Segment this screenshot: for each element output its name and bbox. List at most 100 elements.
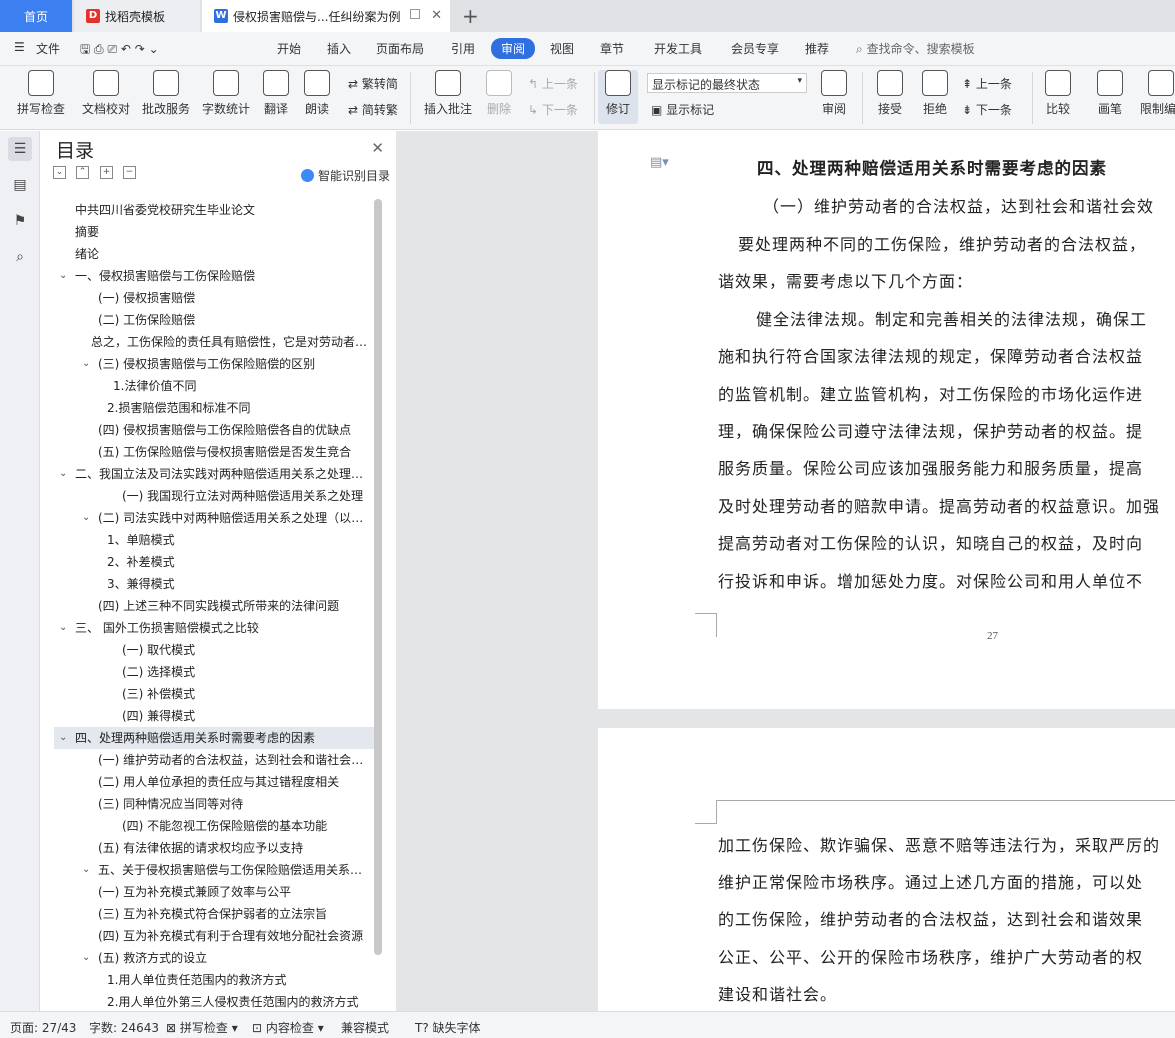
quick-toolbar-icons[interactable]: 🖫 ⎙ ⎚ ↶ ↷ ⌄ [80, 40, 159, 61]
toc-item[interactable]: (二) 工伤保险赔偿 [54, 309, 374, 331]
chevron-down-icon[interactable]: ⌄ [82, 507, 90, 529]
toc-item[interactable]: (三) 补偿模式 [54, 683, 374, 705]
menu-recommend[interactable]: 推荐 [805, 40, 829, 57]
chapter-nav-icon[interactable]: ▤ [8, 173, 32, 197]
toc-item[interactable]: 中共四川省委党校研究生毕业论文 [54, 199, 374, 221]
restrict-edit-button[interactable]: 限制编 [1140, 70, 1175, 117]
minus-icon[interactable]: − [123, 166, 136, 179]
add-tab-icon[interactable]: + [462, 4, 479, 28]
show-markup-button[interactable]: ▣ 显示标记 [651, 101, 714, 118]
toc-item[interactable]: (一) 取代模式 [54, 639, 374, 661]
translate-button[interactable]: 翻译 [256, 70, 296, 117]
toc-item[interactable]: 2、补差模式 [54, 551, 374, 573]
menu-file[interactable]: 文件 [36, 40, 60, 57]
chevron-down-icon[interactable]: ⌄ [59, 463, 67, 485]
prev-change-button[interactable]: ⇞ 上一条 [962, 75, 1012, 92]
next-change-button[interactable]: ⇟ 下一条 [962, 101, 1012, 118]
menu-section[interactable]: 章节 [600, 40, 624, 57]
toc-item[interactable]: ⌄ (三) 侵权损害赔偿与工伤保险赔偿的区别 [54, 353, 374, 375]
menu-reference[interactable]: 引用 [451, 40, 475, 57]
toc-item[interactable]: 2.损害赔偿范围和标准不同 [54, 397, 374, 419]
spell-check-button[interactable]: 拼写检查 [10, 70, 72, 117]
toc-item[interactable]: 1.用人单位责任范围内的救济方式 [54, 969, 374, 991]
toc-item[interactable]: (五) 有法律依据的请求权均应予以支持 [54, 837, 374, 859]
command-search[interactable]: ⌕ 查找命令、搜索模板 [856, 40, 975, 57]
chevron-down-icon[interactable]: ⌄ [82, 353, 90, 375]
menu-layout[interactable]: 页面布局 [376, 40, 424, 57]
doc-outline-icon[interactable]: ▤▾ [650, 155, 669, 170]
toc-item[interactable]: (一) 侵权损害赔偿 [54, 287, 374, 309]
pen-button[interactable]: 画笔 [1092, 70, 1128, 117]
toc-item[interactable]: (一) 维护劳动者的合法权益，达到社会和谐社会效果 [54, 749, 374, 771]
chevron-down-icon[interactable]: ⌄ [59, 727, 67, 749]
word-count-button[interactable]: 字数统计 [198, 70, 254, 117]
toc-item[interactable]: 摘要 [54, 221, 374, 243]
status-content-check[interactable]: ⊡ 内容检查 ▾ [252, 1019, 324, 1036]
prev-comment-button[interactable]: ↰ 上一条 [528, 75, 578, 92]
toc-item[interactable]: (三) 同种情况应当同等对待 [54, 793, 374, 815]
toc-item[interactable]: 1、单赔模式 [54, 529, 374, 551]
menu-review[interactable]: 审阅 [491, 38, 536, 59]
toc-item[interactable]: 2.用人单位外第三人侵权责任范围内的救济方式 [54, 991, 374, 1013]
bookmark-icon[interactable]: ⚑ [8, 209, 32, 233]
chevron-down-icon[interactable]: ⌄ [59, 617, 67, 639]
smart-toc-button[interactable]: 智能识别目录 [300, 167, 390, 184]
toc-item[interactable]: (一) 互为补充模式兼顾了效率与公平 [54, 881, 374, 903]
status-spell-check[interactable]: ⊠ 拼写检查 ▾ [166, 1019, 238, 1036]
toc-nav-icon[interactable]: ☰ [8, 137, 32, 161]
toc-item[interactable]: ⌄ 二、我国立法及司法实践对两种赔偿适用关系之处理方式 [54, 463, 374, 485]
toc-item[interactable]: (四) 上述三种不同实践模式所带来的法律问题 [54, 595, 374, 617]
toc-item[interactable]: (四) 侵权损害赔偿与工伤保险赔偿各自的优缺点 [54, 419, 374, 441]
compare-button[interactable]: 比较 [1038, 70, 1078, 117]
menu-member[interactable]: 会员专享 [731, 40, 779, 57]
insert-comment-button[interactable]: 插入批注 [420, 70, 476, 117]
window-icon[interactable] [410, 9, 420, 19]
word-count[interactable]: 字数: 24643 [89, 1019, 159, 1036]
page-indicator[interactable]: 页面: 27/43 [10, 1019, 76, 1036]
toc-item[interactable]: ⌄ (五) 救济方式的设立 [54, 947, 374, 969]
toc-item[interactable]: (三) 互为补充模式符合保护弱者的立法宗旨 [54, 903, 374, 925]
menu-view[interactable]: 视图 [550, 40, 574, 57]
menu-devtools[interactable]: 开发工具 [654, 40, 702, 57]
toc-item[interactable]: 1.法律价值不同 [54, 375, 374, 397]
read-aloud-button[interactable]: 朗读 [300, 70, 334, 117]
toc-item[interactable]: ⌄ 一、侵权损害赔偿与工伤保险赔偿 [54, 265, 374, 287]
toc-scrollbar[interactable] [374, 199, 382, 955]
plus-icon[interactable]: + [100, 166, 113, 179]
trad-to-simp-button[interactable]: ⇄ 繁转简 [348, 75, 398, 92]
toc-item[interactable]: (二) 用人单位承担的责任应与其过错程度相关 [54, 771, 374, 793]
search-icon[interactable]: ⌕ [8, 245, 32, 269]
menu-start[interactable]: 开始 [277, 40, 301, 57]
menu-insert[interactable]: 插入 [327, 40, 351, 57]
toc-item[interactable]: (五) 工伤保险赔偿与侵权损害赔偿是否发生竞合 [54, 441, 374, 463]
tab-template[interactable]: D 找稻壳模板 [74, 0, 200, 32]
scroll-thumb[interactable] [374, 199, 382, 955]
markup-state-select[interactable]: 显示标记的最终状态 ▾ [647, 73, 807, 93]
tab-home[interactable]: 首页 [0, 0, 72, 32]
toc-item[interactable]: (二) 选择模式 [54, 661, 374, 683]
delete-comment-button[interactable]: 删除 [480, 70, 518, 117]
chevron-down-icon[interactable]: ⌄ [59, 265, 67, 287]
next-comment-button[interactable]: ↳ 下一条 [528, 101, 578, 118]
menu-icon[interactable]: ☰ [14, 40, 25, 54]
toc-item[interactable]: ⌄ 五、关于侵权损害赔偿与工伤保险赔偿适用关系的建议 [54, 859, 374, 881]
toc-item[interactable]: ⌄ 三、 国外工伤损害赔偿模式之比较 [54, 617, 374, 639]
track-changes-button[interactable]: 修订 [598, 70, 638, 124]
toc-item[interactable]: 总之，工伤保险的责任具有赔偿性，它是对劳动者的损害赔偿 [54, 331, 374, 353]
chevron-down-icon[interactable]: ⌄ [82, 859, 90, 881]
review-button[interactable]: 审阅 [814, 70, 854, 117]
toc-item[interactable]: (四) 互为补充模式有利于合理有效地分配社会资源 [54, 925, 374, 947]
toc-item[interactable]: ⌄ 四、处理两种赔偿适用关系时需要考虑的因素 [54, 727, 374, 749]
expand-up-icon[interactable]: ⌃ [76, 166, 89, 179]
close-icon[interactable]: ✕ [431, 8, 442, 23]
doc-proof-button[interactable]: 文档校对 [78, 70, 134, 117]
accept-button[interactable]: 接受 [870, 70, 910, 117]
annot-service-button[interactable]: 批改服务 [138, 70, 194, 117]
toc-item[interactable]: (四) 不能忽视工伤保险赔偿的基本功能 [54, 815, 374, 837]
toc-item[interactable]: 3、兼得模式 [54, 573, 374, 595]
chevron-down-icon[interactable]: ⌄ [82, 947, 90, 969]
tab-document[interactable]: W 侵权损害赔偿与...任纠纷案为例 ✕ [202, 0, 450, 32]
reject-button[interactable]: 拒绝 [915, 70, 955, 117]
toc-item[interactable]: ⌄ (二) 司法实践中对两种赔偿适用关系之处理（以案例为例） [54, 507, 374, 529]
toc-item[interactable]: 绪论 [54, 243, 374, 265]
